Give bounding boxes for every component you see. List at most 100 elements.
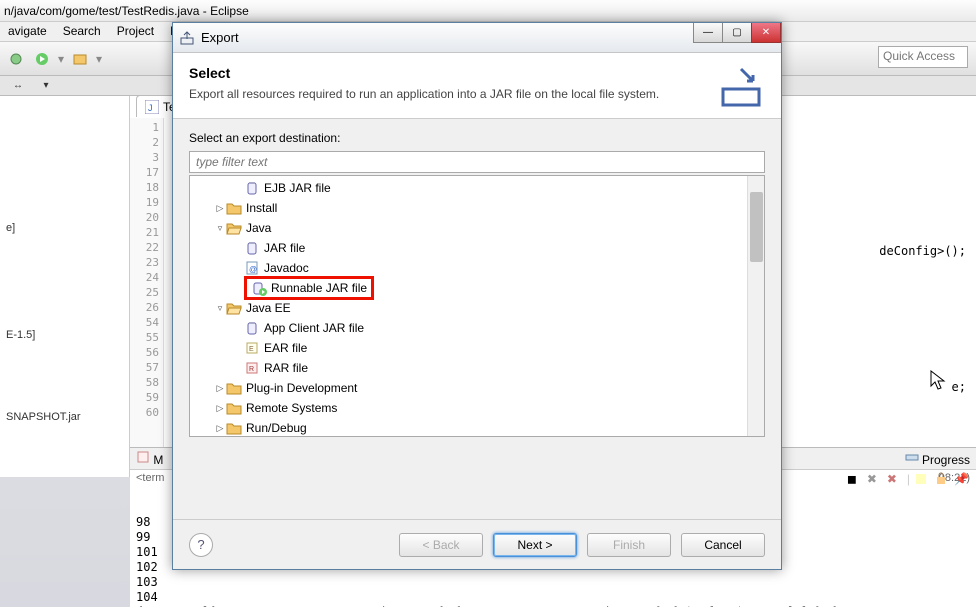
tree-toggle-icon[interactable]: ▷	[214, 423, 226, 434]
tree-toggle-icon[interactable]: ▿	[214, 223, 226, 234]
export-titlebar-icon	[179, 30, 195, 46]
rar-icon: R	[244, 360, 260, 376]
tree-toggle-icon[interactable]: ▿	[214, 303, 226, 314]
finish-button[interactable]: Finish	[587, 533, 671, 557]
dialog-heading: Select	[189, 65, 765, 81]
tree-item-label: JAR file	[264, 241, 305, 255]
tree-item-remote-systems[interactable]: ▷ Remote Systems	[190, 398, 747, 418]
tree-item-run-debug[interactable]: ▷ Run/Debug	[190, 418, 747, 436]
tree-toggle-icon[interactable]: ▷	[214, 403, 226, 414]
tree-item-runnable-jar-file[interactable]: Runnable JAR file	[190, 278, 747, 298]
tree-toggle-icon[interactable]: ▷	[214, 203, 226, 214]
cancel-button[interactable]: Cancel	[681, 533, 765, 557]
tree-toggle-icon[interactable]: ▷	[214, 383, 226, 394]
menu-search[interactable]: Search	[57, 24, 107, 39]
tree-item-java-ee[interactable]: ▿ Java EE	[190, 298, 747, 318]
tree-item-label: Java	[246, 221, 271, 235]
tree-item-ejb-jar-file[interactable]: EJB JAR file	[190, 178, 747, 198]
debug-icon[interactable]	[6, 49, 26, 69]
dialog-titlebar[interactable]: Export — ▢ ✕	[173, 23, 781, 53]
java-file-icon: J	[145, 100, 159, 114]
package-explorer: e] E-1.5] SNAPSHOT.jar	[0, 96, 130, 477]
svg-text:@: @	[249, 265, 257, 274]
pin-icon[interactable]: 📌	[954, 472, 970, 488]
tree-item-label: Run/Debug	[246, 421, 307, 435]
jar-run-icon	[251, 280, 267, 296]
tab-markers[interactable]: M	[136, 450, 163, 467]
markers-icon	[136, 450, 150, 464]
folder-icon	[226, 200, 242, 216]
tree-item-label: EAR file	[264, 341, 307, 355]
tree-container: EJB JAR file ▷ Install ▿ Java JAR file @ Javado…	[189, 175, 765, 437]
next-button[interactable]: Next >	[493, 533, 577, 557]
tree-item-rar-file[interactable]: R RAR file	[190, 358, 747, 378]
left-item[interactable]: SNAPSHOT.jar	[6, 411, 123, 423]
folder-icon	[226, 400, 242, 416]
progress-icon	[905, 450, 919, 464]
tree-scrollbar[interactable]	[747, 176, 764, 436]
folder-open-icon	[226, 220, 242, 236]
tree-item-label: Install	[246, 201, 277, 215]
jar-icon	[244, 180, 260, 196]
tree-item-label: App Client JAR file	[264, 321, 364, 335]
folder-open-icon	[226, 300, 242, 316]
left-item[interactable]: E-1.5]	[6, 329, 123, 341]
filter-input[interactable]	[189, 151, 765, 173]
tree-item-label: Plug-in Development	[246, 381, 357, 395]
minimize-button[interactable]: —	[693, 23, 723, 43]
export-dialog: Export — ▢ ✕ Select Export all resources…	[172, 22, 782, 570]
destination-label: Select an export destination:	[189, 131, 765, 145]
dialog-footer: ? < Back Next > Finish Cancel	[173, 519, 781, 569]
code-fragment: deConfig>();	[879, 244, 966, 259]
folder-icon[interactable]	[70, 49, 90, 69]
remove-icon[interactable]: ◼	[847, 472, 863, 488]
jar-icon	[244, 320, 260, 336]
svg-text:J: J	[148, 103, 153, 113]
svg-text:E: E	[249, 346, 254, 353]
tree-item-java[interactable]: ▿ Java	[190, 218, 747, 238]
clear-icon[interactable]	[914, 472, 930, 488]
sync-icon[interactable]: ↔	[8, 76, 28, 96]
remove-all-icon[interactable]: ✖	[867, 472, 883, 488]
tree-item-jar-file[interactable]: JAR file	[190, 238, 747, 258]
left-item[interactable]: e]	[6, 222, 123, 234]
ear-icon: E	[244, 340, 260, 356]
scroll-lock-icon[interactable]	[934, 472, 950, 488]
tree-item-label: RAR file	[264, 361, 308, 375]
tab-progress[interactable]: Progress	[905, 450, 970, 467]
tree-item-install[interactable]: ▷ Install	[190, 198, 747, 218]
tree-item-javadoc[interactable]: @ Javadoc	[190, 258, 747, 278]
svg-text:R: R	[249, 366, 254, 373]
close-button[interactable]: ✕	[751, 23, 781, 43]
back-button[interactable]: < Back	[399, 533, 483, 557]
tree-item-app-client-jar-file[interactable]: App Client JAR file	[190, 318, 747, 338]
folder-icon	[226, 380, 242, 396]
menu-navigate[interactable]: avigate	[2, 24, 53, 39]
jar-icon	[244, 240, 260, 256]
tree-item-label: EJB JAR file	[264, 181, 331, 195]
tree-item-label: Remote Systems	[246, 401, 337, 415]
tree-item-label: Java EE	[246, 301, 291, 315]
code-fragment: e;	[952, 380, 966, 395]
dialog-title: Export	[201, 30, 239, 45]
quick-access-input[interactable]: Quick Access	[878, 46, 968, 68]
help-button[interactable]: ?	[189, 533, 213, 557]
dialog-header: Select Export all resources required to …	[173, 53, 781, 119]
tree-item-label: Javadoc	[264, 261, 309, 275]
tree-item-plug-in-development[interactable]: ▷ Plug-in Development	[190, 378, 747, 398]
export-tree[interactable]: EJB JAR file ▷ Install ▿ Java JAR file @ Javado…	[190, 176, 747, 436]
dialog-body: Select an export destination: EJB JAR fi…	[173, 119, 781, 449]
doc-icon: @	[244, 260, 260, 276]
run-icon[interactable]	[32, 49, 52, 69]
remove-all2-icon[interactable]: ✖	[887, 472, 903, 488]
tree-item-label: Runnable JAR file	[271, 281, 367, 295]
console-toolbar: ◼ ✖ ✖ | 📌	[847, 472, 970, 488]
window-title: n/java/com/gome/test/TestRedis.java - Ec…	[0, 0, 976, 22]
export-banner-icon	[717, 63, 765, 111]
maximize-button[interactable]: ▢	[722, 23, 752, 43]
tree-item-ear-file[interactable]: E EAR file	[190, 338, 747, 358]
dialog-description: Export all resources required to run an …	[189, 87, 765, 101]
menu-project[interactable]: Project	[111, 24, 160, 39]
scrollbar-thumb[interactable]	[750, 192, 763, 262]
nav-icon[interactable]: ▾	[36, 76, 56, 96]
